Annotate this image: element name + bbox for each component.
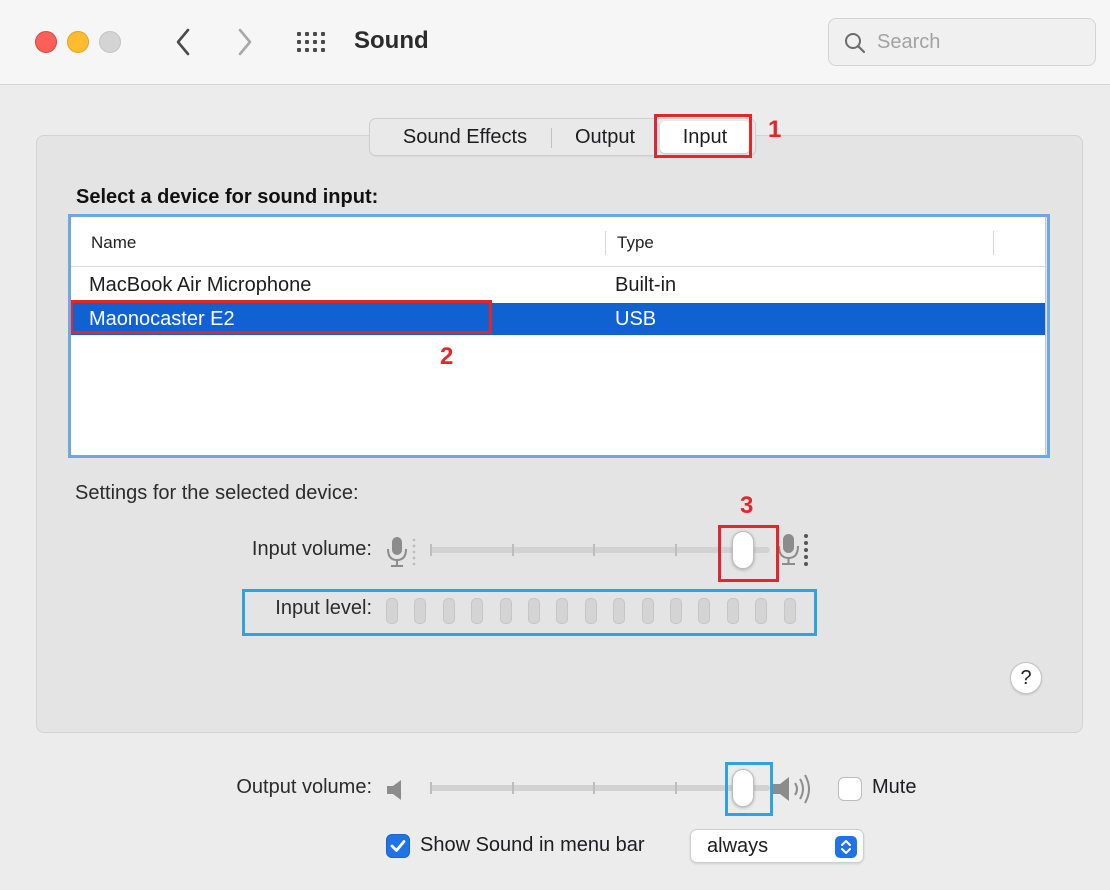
tab-output[interactable]: Output <box>560 119 650 155</box>
minimize-window-button[interactable] <box>67 31 89 53</box>
help-button[interactable]: ? <box>1010 662 1042 694</box>
title-bar: Sound <box>0 0 1110 85</box>
mute-label[interactable]: Mute <box>872 776 916 799</box>
tab-sound-effects[interactable]: Sound Effects <box>380 119 550 155</box>
window-title: Sound <box>354 27 429 54</box>
annotation-box-output-volume <box>725 762 773 816</box>
show-in-menu-bar-label[interactable]: Show Sound in menu bar <box>420 834 645 857</box>
back-button[interactable] <box>168 22 198 62</box>
forward-button[interactable] <box>230 22 260 62</box>
chevron-left-icon <box>176 28 190 56</box>
zoom-window-button[interactable] <box>99 31 121 53</box>
annotation-box-input-tab <box>654 114 752 158</box>
slider-tick <box>593 544 595 556</box>
slider-tick <box>675 544 677 556</box>
settings-label: Settings for the selected device: <box>75 482 359 504</box>
tab-divider <box>551 128 552 148</box>
popup-selected-value: always <box>707 835 769 857</box>
annotation-box-input-volume <box>718 525 779 582</box>
output-volume-slider[interactable] <box>430 785 770 791</box>
search-input[interactable] <box>877 29 1077 55</box>
search-field[interactable] <box>828 18 1096 66</box>
slider-tick <box>512 544 514 556</box>
slider-tick <box>430 782 432 794</box>
checkmark-icon <box>390 840 406 852</box>
slider-tick <box>512 782 514 794</box>
microphone-low-icon <box>387 537 416 567</box>
device-table-focus-ring <box>68 214 1050 458</box>
device-section-heading: Select a device for sound input: <box>76 186 379 208</box>
annotation-number-1: 1 <box>768 116 782 143</box>
input-volume-label: Input volume: <box>251 538 372 560</box>
menu-bar-visibility-popup[interactable]: always <box>690 829 864 863</box>
chevron-right-icon <box>238 28 252 56</box>
close-window-button[interactable] <box>35 31 57 53</box>
microphone-high-icon <box>778 534 808 566</box>
output-volume-label: Output volume: <box>236 776 372 798</box>
speaker-high-icon <box>773 774 810 804</box>
slider-tick <box>593 782 595 794</box>
search-icon <box>845 33 866 54</box>
show-in-menu-bar-checkbox[interactable] <box>386 834 410 858</box>
annotation-box-input-level <box>242 589 817 636</box>
slider-tick <box>430 544 432 556</box>
speaker-low-icon <box>387 780 401 800</box>
popup-arrows-icon <box>835 836 857 858</box>
slider-tick <box>675 782 677 794</box>
annotation-number-3: 3 <box>740 492 754 519</box>
mute-checkbox[interactable] <box>838 777 862 801</box>
show-all-grid-icon[interactable] <box>296 28 328 56</box>
